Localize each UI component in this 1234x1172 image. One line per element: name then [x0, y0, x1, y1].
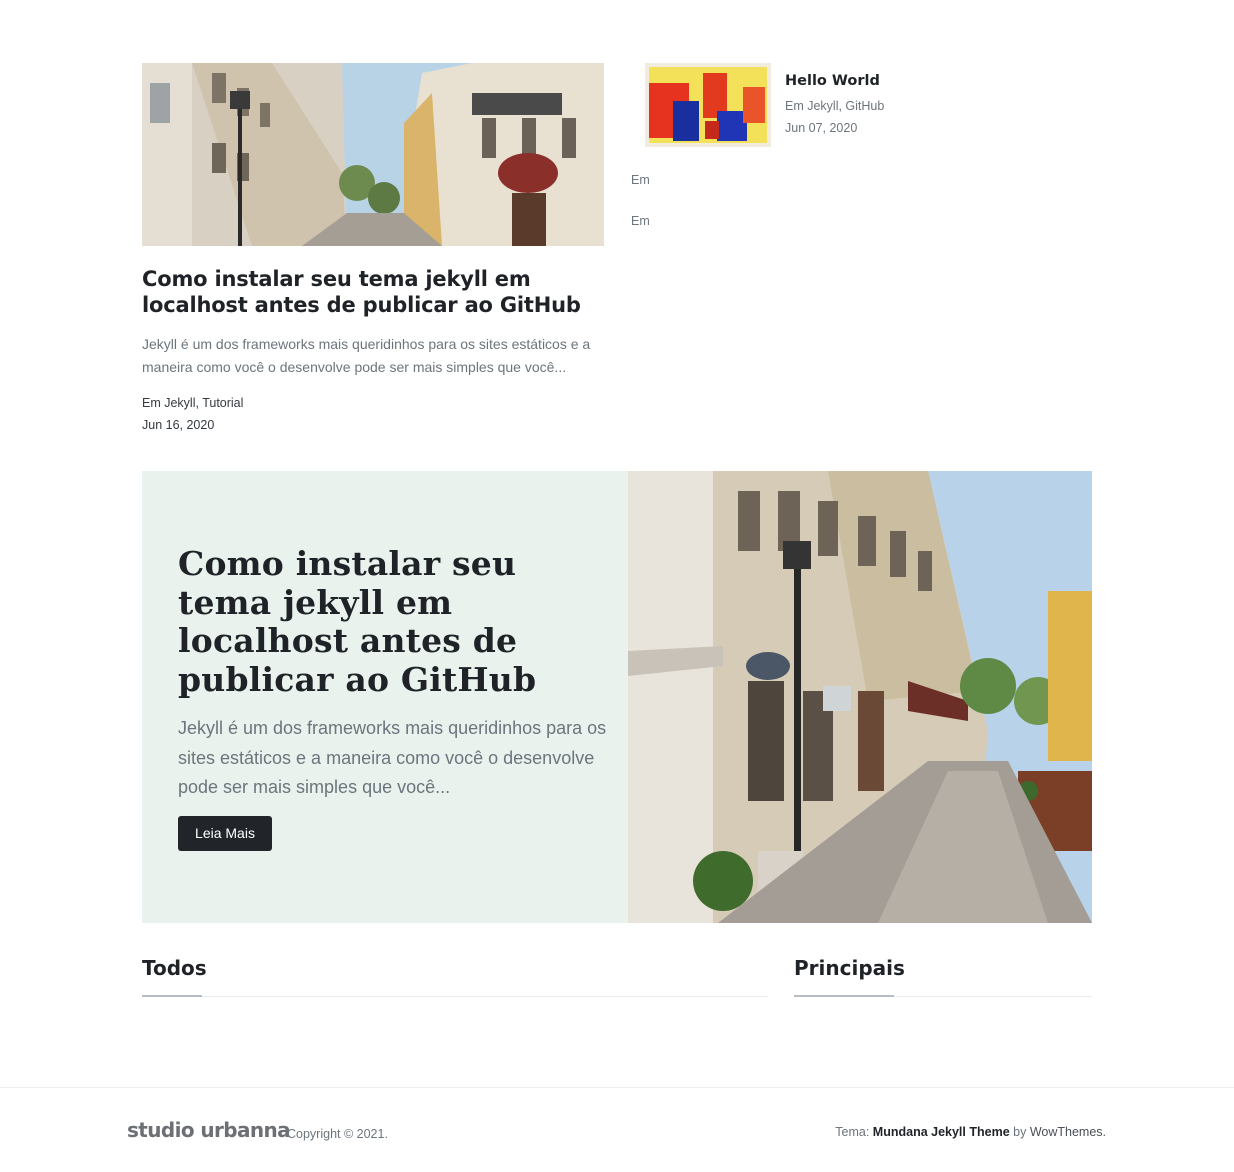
theme-link[interactable]: Mundana Jekyll Theme	[873, 1125, 1010, 1139]
footer-credits: Tema: Mundana Jekyll Theme by WowThemes.	[835, 1124, 1106, 1140]
section-heading-all: Todos	[142, 956, 207, 980]
side-post-categories-empty: Em	[631, 173, 650, 187]
side-post-categories-empty: Em	[631, 214, 650, 228]
footer-logo[interactable]: studio urbanna	[127, 1117, 291, 1143]
section-heading-underline	[142, 995, 202, 997]
featured-post-title[interactable]: Como instalar seu tema jekyll em localho…	[142, 266, 612, 318]
abstract-painting	[645, 63, 771, 147]
street-photo	[142, 63, 604, 246]
section-divider	[142, 996, 768, 997]
side-post-categories: Em Jekyll, GitHub	[785, 99, 885, 113]
featured-post-image[interactable]	[142, 63, 604, 246]
section-heading-underline	[794, 995, 894, 997]
jumbotron-excerpt: Jekyll é um dos frameworks mais queridin…	[178, 718, 607, 797]
street-photo	[628, 471, 1092, 923]
side-post-thumbnail[interactable]	[645, 63, 771, 147]
jumbotron-title[interactable]: Como instalar seu tema jekyll em localho…	[178, 544, 618, 699]
read-more-button[interactable]: Leia Mais	[178, 816, 272, 851]
jumbotron-image	[628, 471, 1092, 923]
featured-post-categories: Em Jekyll, Tutorial	[142, 396, 244, 410]
footer-by: by	[1009, 1125, 1030, 1139]
footer-copyright: Copyright © 2021.	[287, 1127, 388, 1141]
side-post-title[interactable]: Hello World	[785, 72, 880, 90]
featured-post-date: Jun 16, 2020	[142, 418, 215, 432]
section-heading-main: Principais	[794, 956, 905, 980]
footer-divider	[0, 1087, 1234, 1088]
footer-theme-prefix: Tema:	[835, 1125, 873, 1139]
featured-post-excerpt: Jekyll é um dos frameworks mais queridin…	[142, 336, 591, 375]
side-post-date: Jun 07, 2020	[785, 121, 858, 135]
author-link[interactable]: WowThemes.	[1030, 1125, 1106, 1139]
jumbotron: Como instalar seu tema jekyll em localho…	[142, 471, 1092, 923]
